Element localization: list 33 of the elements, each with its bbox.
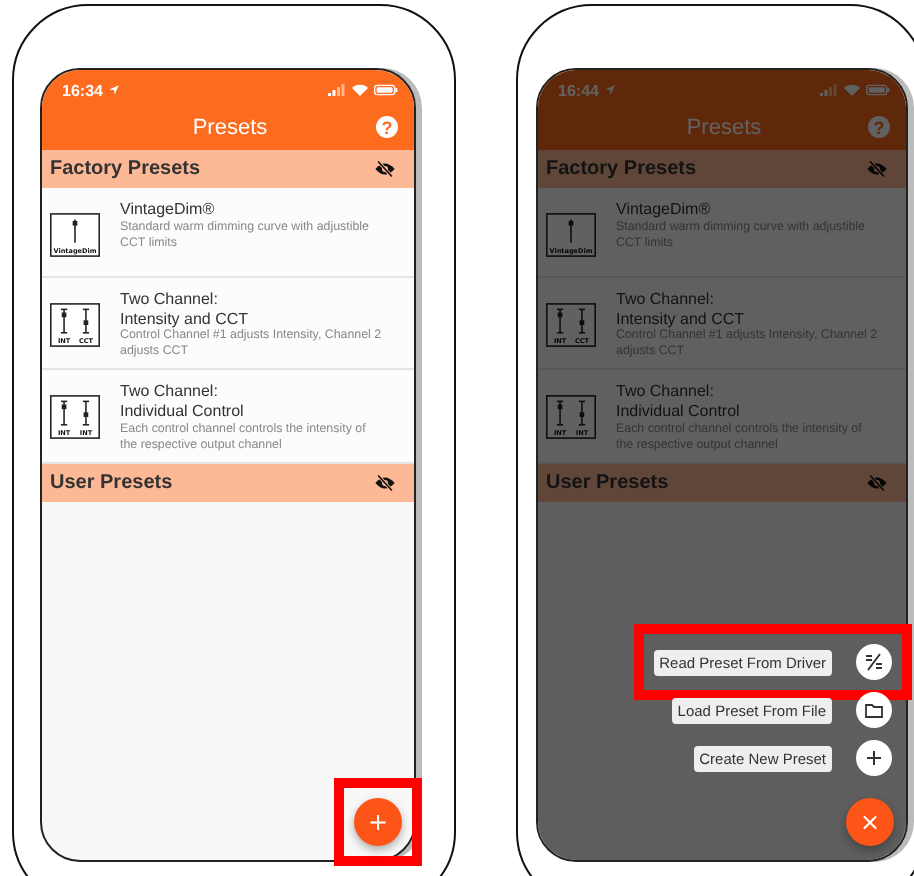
preset-title: Two Channel: Intensity and CCT	[120, 290, 251, 328]
screen-title: Presets	[686, 115, 762, 139]
battery-icon	[866, 84, 890, 96]
floating-action-button[interactable]: ×	[846, 798, 894, 846]
battery-icon	[374, 84, 398, 96]
floating-action-button[interactable]: +	[354, 798, 402, 846]
preset-title: VintageDim®	[616, 200, 713, 220]
section-title: User Presets	[50, 471, 173, 494]
preset-title: Two Channel: Individual Control	[120, 382, 246, 421]
status-time: 16:34	[62, 81, 103, 99]
wifi-icon	[352, 84, 368, 96]
section-title: Factory Presets	[546, 158, 697, 180]
menu-action-button[interactable]	[856, 644, 892, 680]
folder-icon	[864, 700, 884, 720]
screen-title: Presets	[192, 115, 268, 139]
preset-title: VintageDim®	[120, 200, 217, 220]
help-button[interactable]: ?	[868, 116, 890, 138]
signal-icon	[328, 84, 346, 96]
location-arrow-icon	[604, 84, 617, 96]
help-button[interactable]: ?	[376, 116, 398, 138]
eye-slash-icon[interactable]	[374, 160, 396, 178]
status-time: 16:44	[558, 81, 599, 99]
eye-slash-icon[interactable]	[374, 473, 396, 492]
menu-action-button[interactable]	[856, 740, 892, 776]
location-arrow-icon	[108, 84, 121, 96]
wifi-icon	[844, 84, 860, 96]
preset-title: Two Channel: Individual Control	[616, 382, 742, 421]
section-title: Factory Presets	[50, 158, 201, 180]
menu-action-button[interactable]	[856, 692, 892, 728]
sliders-icon	[864, 652, 884, 672]
preset-title: Two Channel: Intensity and CCT	[616, 290, 747, 328]
section-title: User Presets	[546, 471, 669, 494]
plus-icon	[864, 748, 884, 768]
